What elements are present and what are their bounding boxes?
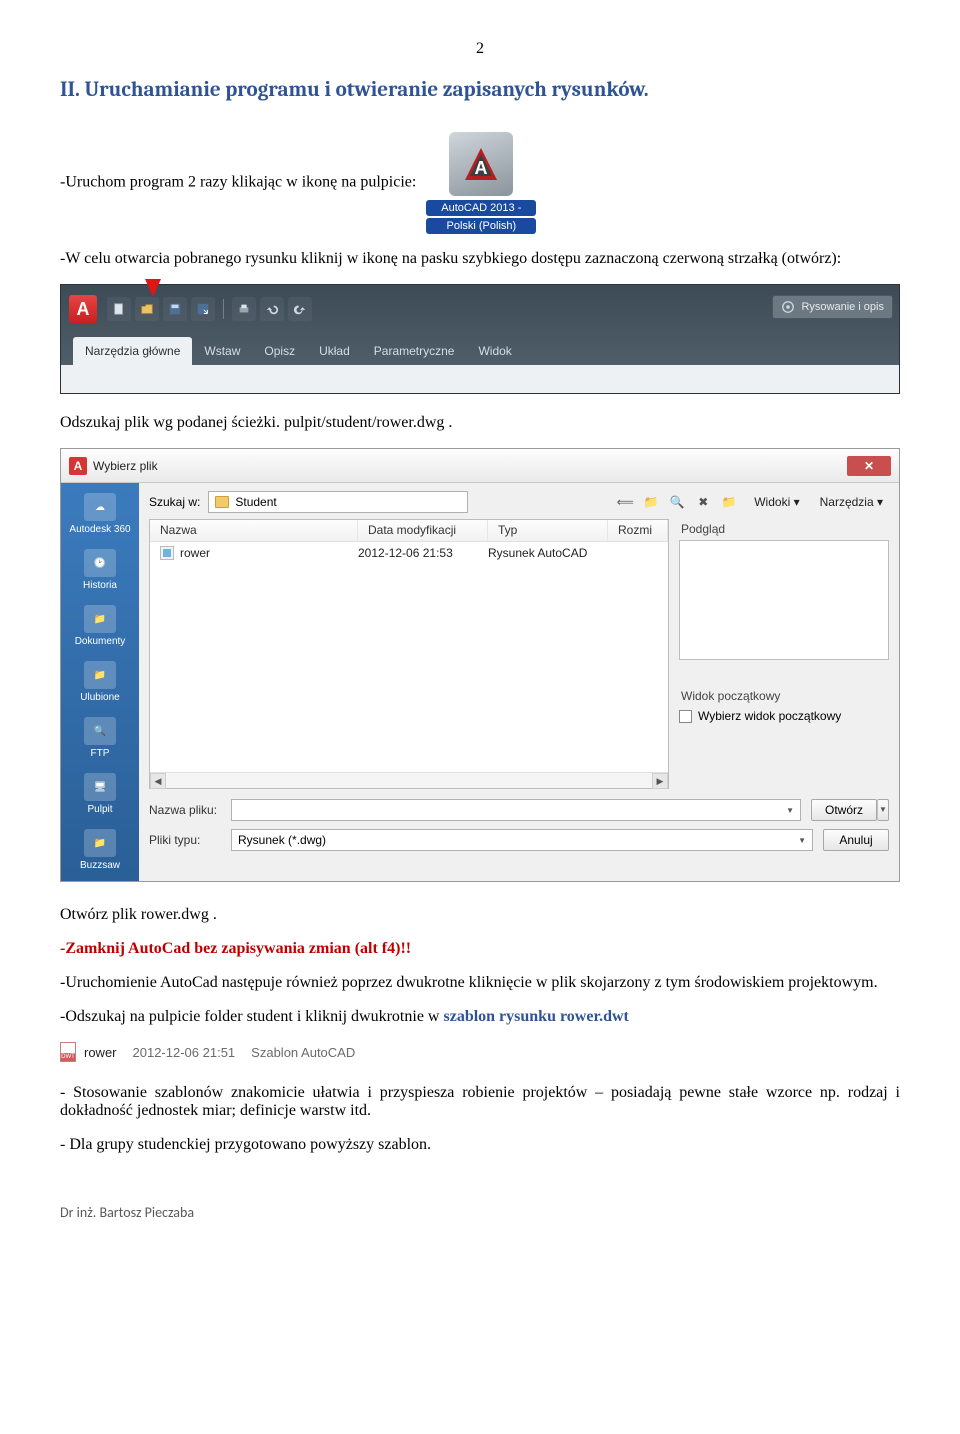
open-button[interactable]: Otwórz	[811, 799, 877, 821]
col-date[interactable]: Data modyfikacji	[358, 520, 488, 541]
search-icon[interactable]: 🔍	[666, 491, 688, 513]
file-list[interactable]: Nazwa Data modyfikacji Typ Rozmi rower 2…	[149, 519, 669, 789]
undo-icon[interactable]	[260, 297, 284, 321]
workspace-label: Rysowanie i opis	[801, 301, 884, 313]
file-open-dialog: A Wybierz plik ✕ ☁Autodesk 360 🕑Historia…	[60, 448, 900, 882]
tools-dropdown[interactable]: Narzędzia ▾	[814, 495, 889, 509]
open-icon[interactable]	[135, 297, 159, 321]
workspace-dropdown[interactable]: Rysowanie i opis	[772, 295, 893, 319]
tab-home[interactable]: Narzędzia główne	[73, 337, 192, 365]
autocad-logo-icon: A	[449, 132, 513, 196]
template-file-name: rower	[84, 1045, 117, 1060]
back-icon[interactable]: ⟸	[614, 491, 636, 513]
redo-icon[interactable]	[288, 297, 312, 321]
paragraph-path: Odszukaj plik wg podanej ścieżki. pulpit…	[60, 414, 900, 432]
paragraph-templates: - Stosowanie szablonów znakomicie ułatwi…	[60, 1084, 900, 1120]
autocad-desktop-icon[interactable]: A AutoCAD 2013 - Polski (Polish)	[426, 132, 536, 234]
paragraph-launch: -Uruchom program 2 razy klikając w ikonę…	[60, 174, 416, 191]
template-file-row[interactable]: DWT rower 2012-12-06 21:51 Szablon AutoC…	[60, 1042, 900, 1062]
lookin-combo[interactable]: Student	[208, 491, 468, 513]
places-bar: ☁Autodesk 360 🕑Historia 📁Dokumenty 📁Ulub…	[61, 483, 139, 881]
open-split-icon[interactable]: ▼	[877, 799, 889, 821]
lookin-value: Student	[235, 495, 276, 509]
place-a360[interactable]: ☁Autodesk 360	[61, 493, 139, 535]
close-icon[interactable]: ✕	[847, 456, 891, 476]
startview-label: Widok początkowy	[681, 689, 889, 703]
tab-parametric[interactable]: Parametryczne	[362, 337, 467, 365]
up-icon[interactable]: 📁	[640, 491, 662, 513]
svg-text:A: A	[475, 158, 488, 178]
dwt-icon: DWT	[60, 1042, 76, 1062]
views-dropdown[interactable]: Widoki ▾	[748, 495, 805, 509]
filetype-label: Pliki typu:	[149, 833, 221, 847]
paragraph-template: -Odszukaj na pulpicie folder student i k…	[60, 1008, 900, 1026]
footer: Dr inż. Bartosz Pieczaba	[60, 1204, 900, 1221]
lookin-label: Szukaj w:	[149, 495, 200, 509]
template-name: szablon rysunku rower.dwt	[443, 1008, 628, 1025]
scroll-right-icon[interactable]: ▶	[652, 773, 668, 789]
place-history[interactable]: 🕑Historia	[61, 549, 139, 591]
dialog-app-icon: A	[69, 457, 87, 475]
delete-icon[interactable]: ✖	[692, 491, 714, 513]
icon-caption-1: AutoCAD 2013 -	[426, 200, 536, 216]
place-ftp[interactable]: 🔍FTP	[61, 717, 139, 759]
page-number: 2	[60, 40, 900, 58]
preview-box	[679, 540, 889, 660]
place-fav[interactable]: 📁Ulubione	[61, 661, 139, 703]
new-icon[interactable]	[107, 297, 131, 321]
tab-insert[interactable]: Wstaw	[192, 337, 252, 365]
paragraph-open-file: Otwórz plik rower.dwg .	[60, 906, 900, 924]
h-scrollbar[interactable]: ◀ ▶	[150, 772, 668, 788]
section-heading: II. Uruchamianie programu i otwieranie z…	[60, 78, 900, 102]
newfolder-icon[interactable]: 📁	[718, 491, 740, 513]
place-buzz[interactable]: 📁Buzzsaw	[61, 829, 139, 871]
saveas-icon[interactable]	[191, 297, 215, 321]
place-docs[interactable]: 📁Dokumenty	[61, 605, 139, 647]
tab-view[interactable]: Widok	[466, 337, 523, 365]
preview-label: Podgląd	[681, 522, 889, 536]
dwg-icon	[160, 546, 174, 560]
place-desk[interactable]: 🖥Pulpit	[61, 773, 139, 815]
filetype-combo[interactable]: Rysunek (*.dwg)▼	[231, 829, 813, 851]
col-name[interactable]: Nazwa	[150, 520, 358, 541]
icon-caption-2: Polski (Polish)	[426, 218, 536, 234]
cancel-button[interactable]: Anuluj	[823, 829, 889, 851]
tab-layout[interactable]: Układ	[307, 337, 362, 365]
folder-icon	[215, 496, 229, 508]
template-file-type: Szablon AutoCAD	[251, 1045, 355, 1060]
checkbox-icon	[679, 710, 692, 723]
dialog-title: Wybierz plik	[93, 459, 158, 473]
filename-input[interactable]: ▼	[231, 799, 801, 821]
col-size[interactable]: Rozmi	[608, 520, 668, 541]
ribbon-screenshot: A Rysowanie i opis Narzędzia główne Wsta…	[60, 284, 900, 394]
paragraph-dblclick: -Uruchomienie AutoCad następuje również …	[60, 974, 900, 992]
paragraph-group: - Dla grupy studenckiej przygotowano pow…	[60, 1136, 900, 1154]
paragraph-open: -W celu otwarcia pobranego rysunku klikn…	[60, 250, 900, 268]
tab-annotate[interactable]: Opisz	[252, 337, 307, 365]
save-icon[interactable]	[163, 297, 187, 321]
file-row[interactable]: rower 2012-12-06 21:53 Rysunek AutoCAD	[150, 542, 668, 564]
paragraph-close-acad: -Zamknij AutoCad bez zapisywania zmian (…	[60, 940, 900, 958]
scroll-left-icon[interactable]: ◀	[150, 773, 166, 789]
col-type[interactable]: Typ	[488, 520, 608, 541]
filename-label: Nazwa pliku:	[149, 803, 221, 817]
app-menu-button[interactable]: A	[69, 295, 97, 323]
print-icon[interactable]	[232, 297, 256, 321]
startview-check[interactable]: Wybierz widok początkowy	[679, 709, 889, 723]
template-file-date: 2012-12-06 21:51	[133, 1045, 236, 1060]
